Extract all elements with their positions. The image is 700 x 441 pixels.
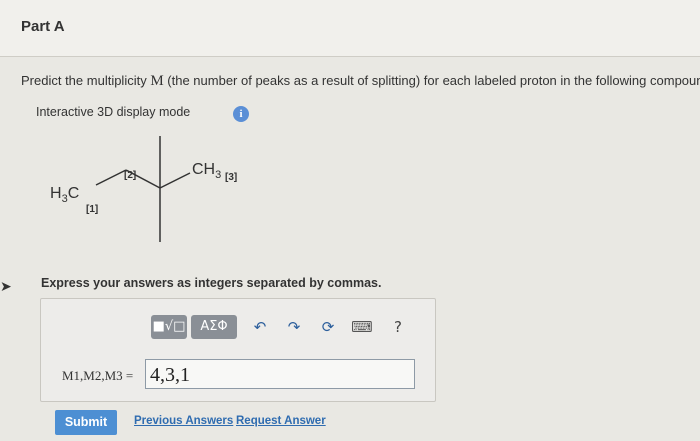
group-ch3: CH3 [192,161,221,181]
interactive-3d-link[interactable]: Interactive 3D display mode [36,105,190,119]
multiplicity-symbol: M [150,73,164,89]
divider [0,56,700,57]
info-icon[interactable]: i [233,106,249,122]
answer-input[interactable]: 4,3,1 [145,359,415,389]
submit-button[interactable]: Submit [55,410,117,435]
question-before: Predict the multiplicity [21,73,151,88]
question-after: (the number of peaks as a result of spli… [163,73,700,88]
greek-symbols-button[interactable]: ΑΣΦ [191,315,237,339]
help-icon[interactable]: ? [387,317,409,337]
molecule-structure: H3C [1] [2] CH3 [3] [50,136,237,242]
keyboard-icon[interactable]: ⌨ [351,317,373,337]
proton-label-3: [3] [225,172,237,183]
math-toolbar: ■√□ ΑΣΦ ↶ ↷ ⟳ ⌨ ? [151,315,411,341]
redo-icon[interactable]: ↷ [283,317,305,337]
left-edge-arrow-icon: ➤ [0,278,12,294]
templates-button[interactable]: ■√□ [151,315,187,339]
previous-answers-link[interactable]: Previous Answers [134,415,233,427]
answer-instructions: Express your answers as integers separat… [41,276,382,290]
answer-label: M1,M2,M3 = [62,368,134,383]
request-answer-link[interactable]: Request Answer [236,415,326,427]
bond-c1-c2 [95,169,127,186]
proton-label-2: [2] [124,170,136,181]
question-text: Predict the multiplicity M (the number o… [21,73,700,90]
part-title[interactable]: Part A [21,18,65,35]
reset-icon[interactable]: ⟳ [317,317,339,337]
undo-icon[interactable]: ↶ [249,317,271,337]
group-h3c: H3C [50,185,79,205]
bond-c3-c4 [159,172,191,189]
proton-label-1: [1] [86,204,98,215]
part-header[interactable] [0,0,700,56]
answer-panel: ■√□ ΑΣΦ ↶ ↷ ⟳ ⌨ ? M1,M2,M3 = 4,3,1 [40,298,436,402]
